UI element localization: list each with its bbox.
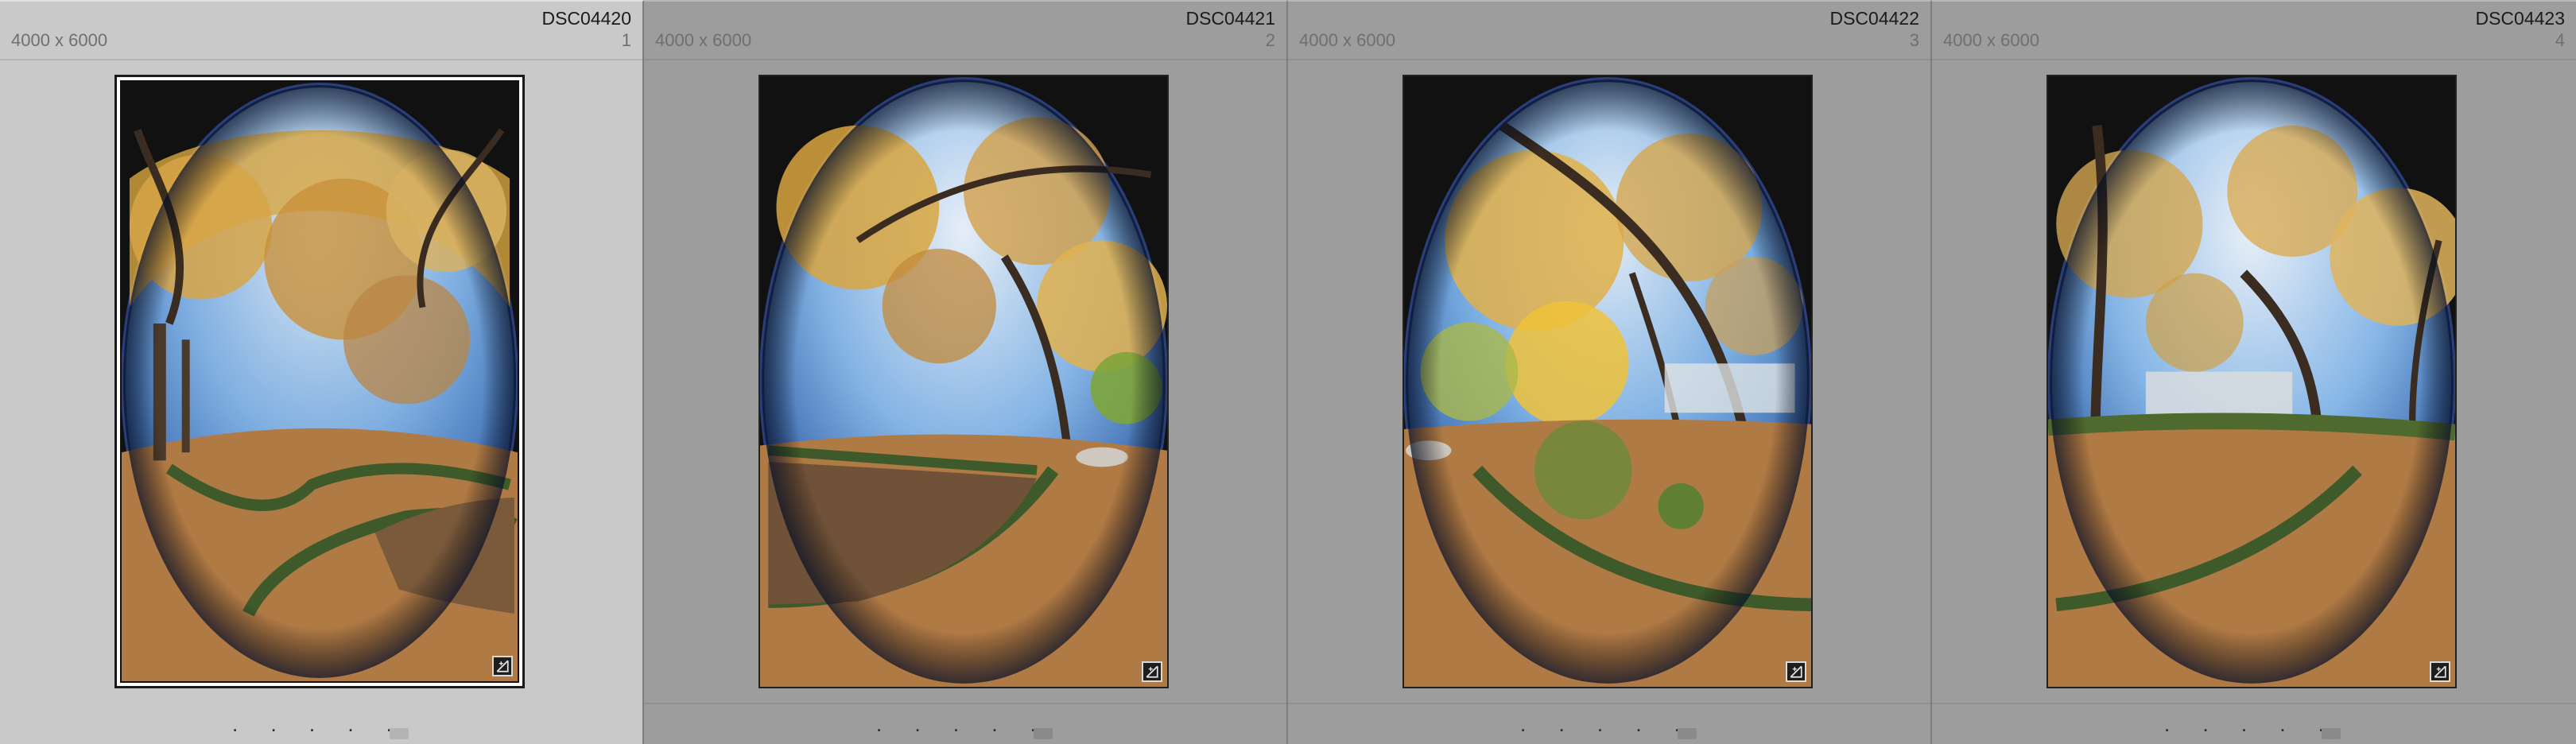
flag-icon[interactable] bbox=[1034, 728, 1053, 739]
index-label: 1 bbox=[621, 30, 631, 50]
fisheye-garden-photo bbox=[1404, 76, 1811, 687]
grid-cell-2[interactable]: DSC04421 4000 x 6000 2 . . . . . bbox=[644, 0, 1288, 744]
photo-thumbnail[interactable] bbox=[2046, 75, 2457, 688]
dimensions-label: 4000 x 6000 bbox=[1299, 30, 1396, 50]
develop-adjustments-icon bbox=[1142, 661, 1162, 682]
cell-footer: . . . . . bbox=[1288, 703, 1930, 744]
filename-label: DSC04422 bbox=[1829, 8, 1919, 29]
flag-icon[interactable] bbox=[1678, 728, 1697, 739]
develop-adjustments-icon bbox=[2430, 661, 2450, 682]
photo-thumbnail[interactable] bbox=[1402, 75, 1813, 688]
cell-footer: . . . . . bbox=[1932, 703, 2576, 744]
develop-adjustments-icon bbox=[1786, 661, 1806, 682]
fisheye-garden-photo bbox=[122, 82, 518, 681]
filename-label: DSC04421 bbox=[1185, 8, 1275, 29]
index-label: 3 bbox=[1909, 30, 1919, 50]
filename-label: DSC04420 bbox=[541, 8, 631, 29]
photo-thumbnail[interactable] bbox=[120, 80, 519, 683]
library-grid: DSC04420 4000 x 6000 1 . . . . . DSC0442… bbox=[0, 0, 2576, 744]
index-label: 4 bbox=[2555, 30, 2565, 50]
grid-cell-1[interactable]: DSC04420 4000 x 6000 1 . . . . . bbox=[0, 0, 644, 744]
cell-footer: . . . . . bbox=[0, 704, 642, 744]
dimensions-label: 4000 x 6000 bbox=[655, 30, 752, 50]
star-rating[interactable]: . . . . . bbox=[2164, 712, 2337, 737]
develop-adjustments-icon bbox=[492, 656, 513, 676]
flag-icon[interactable] bbox=[390, 728, 409, 739]
star-rating[interactable]: . . . . . bbox=[876, 712, 1049, 737]
thumbnail-frame[interactable] bbox=[114, 75, 525, 688]
cell-footer: . . . . . bbox=[644, 703, 1286, 744]
filename-label: DSC04423 bbox=[2475, 8, 2565, 29]
thumbnail-frame[interactable] bbox=[758, 75, 1169, 688]
fisheye-garden-photo bbox=[2048, 76, 2455, 687]
star-rating[interactable]: . . . . . bbox=[1520, 712, 1693, 737]
star-rating[interactable]: . . . . . bbox=[232, 712, 405, 737]
dimensions-label: 4000 x 6000 bbox=[11, 30, 108, 50]
grid-cell-4[interactable]: DSC04423 4000 x 6000 4 . . . . . bbox=[1932, 0, 2576, 744]
thumbnail-frame[interactable] bbox=[1402, 75, 1813, 688]
fisheye-garden-photo bbox=[760, 76, 1167, 687]
index-label: 2 bbox=[1265, 30, 1275, 50]
dimensions-label: 4000 x 6000 bbox=[1943, 30, 2040, 50]
thumbnail-frame[interactable] bbox=[2046, 75, 2457, 688]
flag-icon[interactable] bbox=[2322, 728, 2341, 739]
grid-cell-3[interactable]: DSC04422 4000 x 6000 3 . . . . . bbox=[1288, 0, 1932, 744]
photo-thumbnail[interactable] bbox=[758, 75, 1169, 688]
